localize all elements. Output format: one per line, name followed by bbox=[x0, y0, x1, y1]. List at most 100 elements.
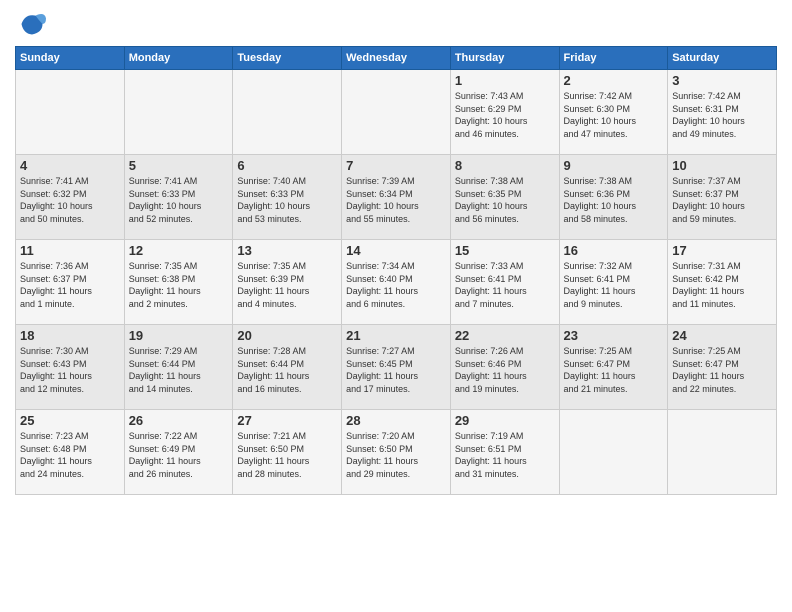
day-number: 29 bbox=[455, 413, 555, 428]
logo-icon bbox=[18, 10, 46, 38]
day-number: 13 bbox=[237, 243, 337, 258]
day-cell: 2 Sunrise: 7:42 AM Sunset: 6:30 PM Daylig… bbox=[559, 70, 668, 155]
day-info: Sunrise: 7:34 AM Sunset: 6:40 PM Dayligh… bbox=[346, 260, 446, 310]
day-cell: 1 Sunrise: 7:43 AM Sunset: 6:29 PM Daylig… bbox=[450, 70, 559, 155]
page: Sunday Monday Tuesday Wednesday Thursday… bbox=[0, 0, 792, 612]
day-info: Sunrise: 7:41 AM Sunset: 6:32 PM Dayligh… bbox=[20, 175, 120, 225]
day-info: Sunrise: 7:39 AM Sunset: 6:34 PM Dayligh… bbox=[346, 175, 446, 225]
day-cell: 17 Sunrise: 7:31 AM Sunset: 6:42 PM Dayli… bbox=[668, 240, 777, 325]
day-info: Sunrise: 7:40 AM Sunset: 6:33 PM Dayligh… bbox=[237, 175, 337, 225]
day-number: 16 bbox=[564, 243, 664, 258]
week-row-0: 1 Sunrise: 7:43 AM Sunset: 6:29 PM Daylig… bbox=[16, 70, 777, 155]
day-info: Sunrise: 7:31 AM Sunset: 6:42 PM Dayligh… bbox=[672, 260, 772, 310]
day-cell bbox=[124, 70, 233, 155]
day-number: 11 bbox=[20, 243, 120, 258]
day-number: 9 bbox=[564, 158, 664, 173]
day-cell: 26 Sunrise: 7:22 AM Sunset: 6:49 PM Dayli… bbox=[124, 410, 233, 495]
day-number: 17 bbox=[672, 243, 772, 258]
week-row-4: 25 Sunrise: 7:23 AM Sunset: 6:48 PM Dayli… bbox=[16, 410, 777, 495]
day-info: Sunrise: 7:29 AM Sunset: 6:44 PM Dayligh… bbox=[129, 345, 229, 395]
day-number: 5 bbox=[129, 158, 229, 173]
day-number: 27 bbox=[237, 413, 337, 428]
day-cell: 20 Sunrise: 7:28 AM Sunset: 6:44 PM Dayli… bbox=[233, 325, 342, 410]
col-friday: Friday bbox=[559, 47, 668, 70]
day-cell: 10Sunrise: 7:37 AM Sunset: 6:37 PM Dayli… bbox=[668, 155, 777, 240]
day-number: 14 bbox=[346, 243, 446, 258]
day-info: Sunrise: 7:41 AM Sunset: 6:33 PM Dayligh… bbox=[129, 175, 229, 225]
day-cell bbox=[559, 410, 668, 495]
day-info: Sunrise: 7:42 AM Sunset: 6:30 PM Dayligh… bbox=[564, 90, 664, 140]
day-cell: 22 Sunrise: 7:26 AM Sunset: 6:46 PM Dayli… bbox=[450, 325, 559, 410]
day-cell: 8 Sunrise: 7:38 AM Sunset: 6:35 PM Daylig… bbox=[450, 155, 559, 240]
day-number: 26 bbox=[129, 413, 229, 428]
day-number: 1 bbox=[455, 73, 555, 88]
day-cell: 5 Sunrise: 7:41 AM Sunset: 6:33 PM Daylig… bbox=[124, 155, 233, 240]
week-row-1: 4 Sunrise: 7:41 AM Sunset: 6:32 PM Daylig… bbox=[16, 155, 777, 240]
col-saturday: Saturday bbox=[668, 47, 777, 70]
day-cell: 6 Sunrise: 7:40 AM Sunset: 6:33 PM Daylig… bbox=[233, 155, 342, 240]
col-sunday: Sunday bbox=[16, 47, 125, 70]
day-cell: 13 Sunrise: 7:35 AM Sunset: 6:39 PM Dayli… bbox=[233, 240, 342, 325]
day-number: 6 bbox=[237, 158, 337, 173]
day-info: Sunrise: 7:30 AM Sunset: 6:43 PM Dayligh… bbox=[20, 345, 120, 395]
calendar-body: 1 Sunrise: 7:43 AM Sunset: 6:29 PM Daylig… bbox=[16, 70, 777, 495]
day-number: 18 bbox=[20, 328, 120, 343]
week-row-3: 18 Sunrise: 7:30 AM Sunset: 6:43 PM Dayli… bbox=[16, 325, 777, 410]
day-cell: 3Sunrise: 7:42 AM Sunset: 6:31 PM Daylig… bbox=[668, 70, 777, 155]
calendar-table: Sunday Monday Tuesday Wednesday Thursday… bbox=[15, 46, 777, 495]
day-info: Sunrise: 7:33 AM Sunset: 6:41 PM Dayligh… bbox=[455, 260, 555, 310]
day-info: Sunrise: 7:21 AM Sunset: 6:50 PM Dayligh… bbox=[237, 430, 337, 480]
day-info: Sunrise: 7:36 AM Sunset: 6:37 PM Dayligh… bbox=[20, 260, 120, 310]
logo bbox=[15, 10, 46, 38]
day-info: Sunrise: 7:27 AM Sunset: 6:45 PM Dayligh… bbox=[346, 345, 446, 395]
week-row-2: 11 Sunrise: 7:36 AM Sunset: 6:37 PM Dayli… bbox=[16, 240, 777, 325]
day-cell: 29 Sunrise: 7:19 AM Sunset: 6:51 PM Dayli… bbox=[450, 410, 559, 495]
day-info: Sunrise: 7:28 AM Sunset: 6:44 PM Dayligh… bbox=[237, 345, 337, 395]
day-info: Sunrise: 7:25 AM Sunset: 6:47 PM Dayligh… bbox=[672, 345, 772, 395]
day-cell bbox=[16, 70, 125, 155]
day-number: 4 bbox=[20, 158, 120, 173]
day-number: 2 bbox=[564, 73, 664, 88]
day-number: 22 bbox=[455, 328, 555, 343]
day-cell: 27 Sunrise: 7:21 AM Sunset: 6:50 PM Dayli… bbox=[233, 410, 342, 495]
day-info: Sunrise: 7:26 AM Sunset: 6:46 PM Dayligh… bbox=[455, 345, 555, 395]
col-monday: Monday bbox=[124, 47, 233, 70]
day-info: Sunrise: 7:43 AM Sunset: 6:29 PM Dayligh… bbox=[455, 90, 555, 140]
day-info: Sunrise: 7:35 AM Sunset: 6:38 PM Dayligh… bbox=[129, 260, 229, 310]
day-info: Sunrise: 7:35 AM Sunset: 6:39 PM Dayligh… bbox=[237, 260, 337, 310]
day-info: Sunrise: 7:25 AM Sunset: 6:47 PM Dayligh… bbox=[564, 345, 664, 395]
day-number: 19 bbox=[129, 328, 229, 343]
day-info: Sunrise: 7:23 AM Sunset: 6:48 PM Dayligh… bbox=[20, 430, 120, 480]
day-info: Sunrise: 7:38 AM Sunset: 6:36 PM Dayligh… bbox=[564, 175, 664, 225]
day-cell: 19 Sunrise: 7:29 AM Sunset: 6:44 PM Dayli… bbox=[124, 325, 233, 410]
day-number: 28 bbox=[346, 413, 446, 428]
day-cell: 21 Sunrise: 7:27 AM Sunset: 6:45 PM Dayli… bbox=[342, 325, 451, 410]
day-number: 23 bbox=[564, 328, 664, 343]
day-number: 7 bbox=[346, 158, 446, 173]
day-cell: 16 Sunrise: 7:32 AM Sunset: 6:41 PM Dayli… bbox=[559, 240, 668, 325]
day-cell bbox=[342, 70, 451, 155]
col-wednesday: Wednesday bbox=[342, 47, 451, 70]
day-cell: 25 Sunrise: 7:23 AM Sunset: 6:48 PM Dayli… bbox=[16, 410, 125, 495]
day-info: Sunrise: 7:19 AM Sunset: 6:51 PM Dayligh… bbox=[455, 430, 555, 480]
day-cell: 28 Sunrise: 7:20 AM Sunset: 6:50 PM Dayli… bbox=[342, 410, 451, 495]
day-cell bbox=[668, 410, 777, 495]
day-cell: 15Sunrise: 7:33 AM Sunset: 6:41 PM Dayli… bbox=[450, 240, 559, 325]
day-number: 10 bbox=[672, 158, 772, 173]
day-number: 24 bbox=[672, 328, 772, 343]
day-cell: 14 Sunrise: 7:34 AM Sunset: 6:40 PM Dayli… bbox=[342, 240, 451, 325]
day-number: 21 bbox=[346, 328, 446, 343]
day-cell: 12Sunrise: 7:35 AM Sunset: 6:38 PM Dayli… bbox=[124, 240, 233, 325]
day-info: Sunrise: 7:38 AM Sunset: 6:35 PM Dayligh… bbox=[455, 175, 555, 225]
day-info: Sunrise: 7:22 AM Sunset: 6:49 PM Dayligh… bbox=[129, 430, 229, 480]
day-cell: 7 Sunrise: 7:39 AM Sunset: 6:34 PM Daylig… bbox=[342, 155, 451, 240]
day-number: 20 bbox=[237, 328, 337, 343]
day-number: 8 bbox=[455, 158, 555, 173]
col-tuesday: Tuesday bbox=[233, 47, 342, 70]
day-cell bbox=[233, 70, 342, 155]
day-info: Sunrise: 7:32 AM Sunset: 6:41 PM Dayligh… bbox=[564, 260, 664, 310]
day-info: Sunrise: 7:20 AM Sunset: 6:50 PM Dayligh… bbox=[346, 430, 446, 480]
day-number: 25 bbox=[20, 413, 120, 428]
day-cell: 24 Sunrise: 7:25 AM Sunset: 6:47 PM Dayli… bbox=[668, 325, 777, 410]
day-cell: 23 Sunrise: 7:25 AM Sunset: 6:47 PM Dayli… bbox=[559, 325, 668, 410]
